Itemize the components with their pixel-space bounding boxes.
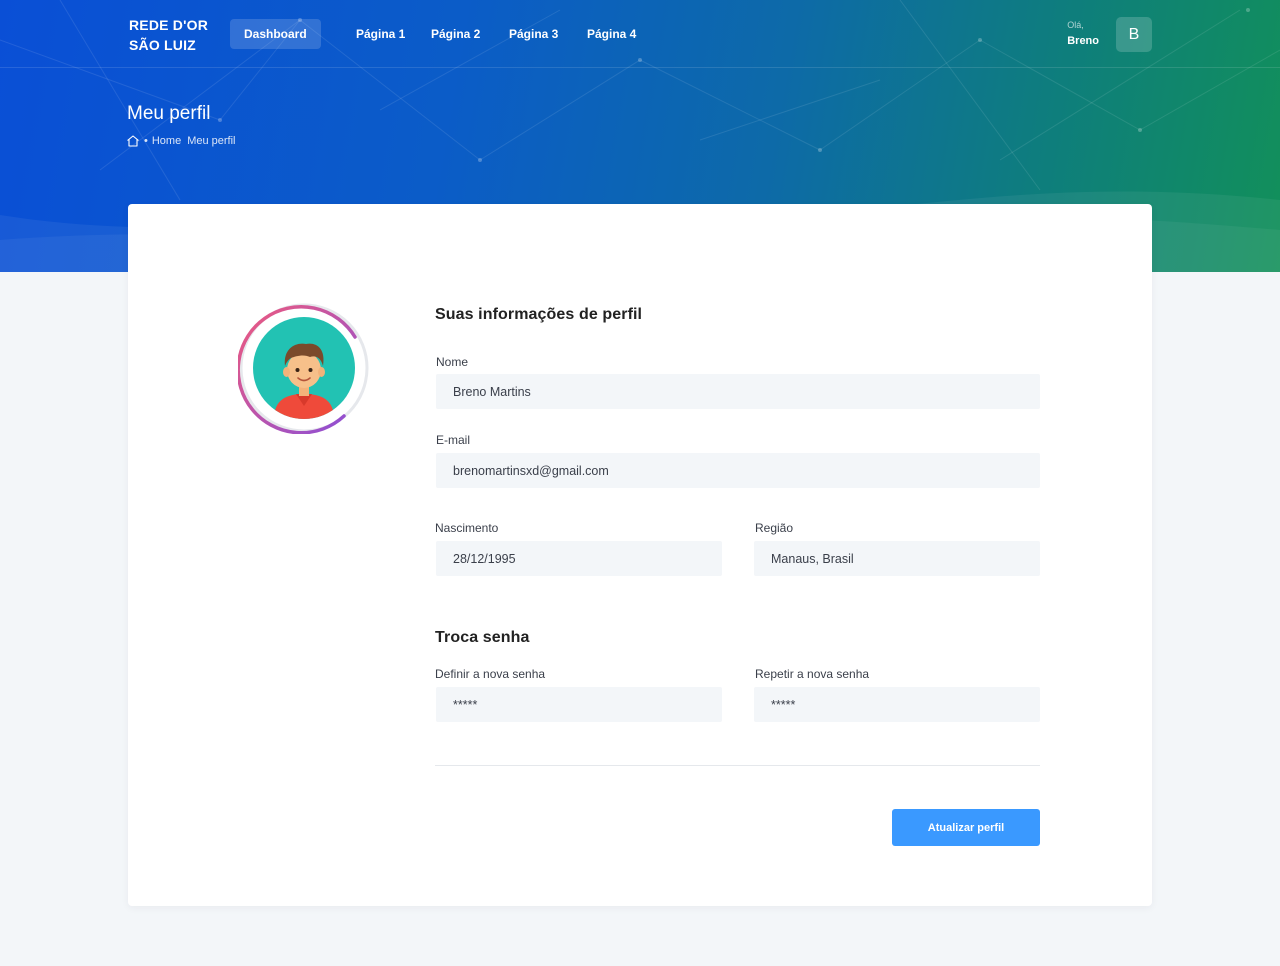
region-label: Região <box>755 521 794 535</box>
nav-pagina-1[interactable]: Página 1 <box>356 19 405 49</box>
nav-dashboard[interactable]: Dashboard <box>230 19 321 49</box>
breadcrumb-home[interactable]: Home <box>152 135 181 147</box>
new-password-input[interactable] <box>436 687 722 722</box>
page-title: Meu perfil <box>127 103 211 124</box>
password-section-title: Troca senha <box>435 629 530 646</box>
name-input[interactable] <box>436 374 1040 409</box>
form-divider <box>435 765 1040 766</box>
profile-avatar[interactable] <box>238 302 370 434</box>
breadcrumb-separator: • <box>144 135 148 147</box>
profile-card: Suas informações de perfil Nome E-mail N… <box>128 204 1152 906</box>
top-navigation-bar: REDE D'OR SÃO LUIZ Dashboard Página 1 Pá… <box>0 0 1280 68</box>
email-label: E-mail <box>436 433 471 447</box>
repeat-password-label: Repetir a nova senha <box>755 667 870 681</box>
user-avatar-button[interactable]: B <box>1116 17 1152 52</box>
breadcrumb: • Home Meu perfil <box>126 134 236 148</box>
birth-label: Nascimento <box>435 521 499 535</box>
user-greeting: Olá, Breno <box>1067 20 1099 47</box>
update-profile-button[interactable]: Atualizar perfil <box>892 809 1040 846</box>
nav-pagina-2[interactable]: Página 2 <box>431 19 480 49</box>
home-icon[interactable] <box>126 134 140 148</box>
user-name: Breno <box>1067 35 1099 47</box>
email-input[interactable] <box>436 453 1040 488</box>
greeting-text: Olá, <box>1067 20 1084 30</box>
repeat-password-input[interactable] <box>754 687 1040 722</box>
logo-line2: SÃO LUIZ <box>129 37 196 53</box>
nav-pagina-4[interactable]: Página 4 <box>587 19 636 49</box>
region-input[interactable] <box>754 541 1040 576</box>
brand-logo[interactable]: REDE D'OR SÃO LUIZ <box>128 13 212 61</box>
name-label: Nome <box>436 355 469 369</box>
birth-date-input[interactable] <box>436 541 722 576</box>
profile-section-title: Suas informações de perfil <box>435 306 643 323</box>
nav-pagina-3[interactable]: Página 3 <box>509 19 558 49</box>
logo-line1: REDE D'OR <box>129 17 209 33</box>
breadcrumb-current: Meu perfil <box>187 135 236 147</box>
new-password-label: Definir a nova senha <box>435 667 546 681</box>
